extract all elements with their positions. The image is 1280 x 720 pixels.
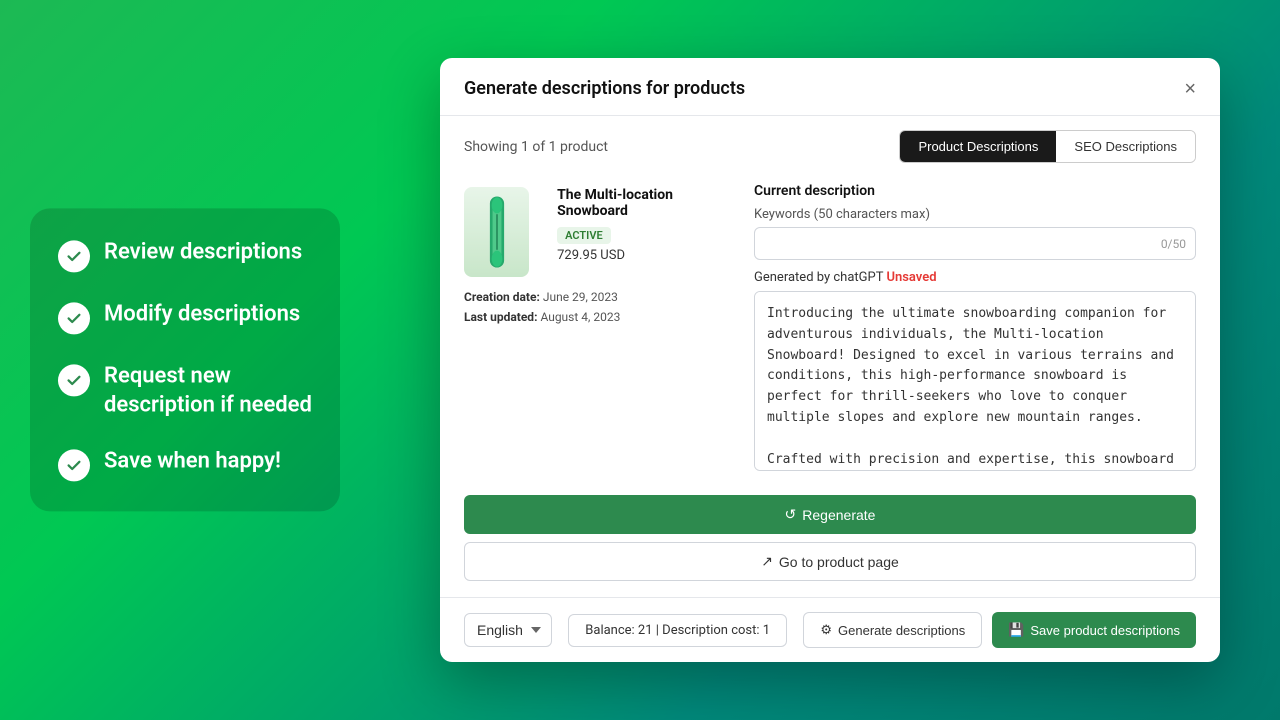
checklist-item-modify: Modify descriptions xyxy=(58,300,312,334)
current-description-label: Current description xyxy=(754,183,1196,199)
product-image xyxy=(464,187,529,277)
regenerate-button[interactable]: ↺ Regenerate xyxy=(464,495,1196,534)
modal-header: Generate descriptions for products × xyxy=(440,58,1220,116)
modal-footer: English Balance: 21 | Description cost: … xyxy=(440,597,1220,662)
showing-text: Showing 1 of 1 product xyxy=(464,139,608,155)
product-name: The Multi-location Snowboard xyxy=(557,187,734,219)
footer-actions: ⚙ Generate descriptions 💾 Save product d… xyxy=(803,612,1196,648)
keywords-input-wrap: 0/50 xyxy=(754,227,1196,260)
save-icon: 💾 xyxy=(1008,622,1024,638)
tab-product-descriptions[interactable]: Product Descriptions xyxy=(900,131,1056,162)
keywords-input[interactable] xyxy=(754,227,1196,260)
generated-label: Generated by chatGPT Unsaved xyxy=(754,270,1196,285)
modal-close-button[interactable]: × xyxy=(1184,79,1196,99)
left-panel: Review descriptions Modify descriptions … xyxy=(30,208,340,511)
tab-group: Product Descriptions SEO Descriptions xyxy=(899,130,1196,163)
checklist-label-modify: Modify descriptions xyxy=(104,300,300,329)
goto-product-button[interactable]: ↗ Go to product page xyxy=(464,542,1196,581)
modal-overlay: Generate descriptions for products × Sho… xyxy=(440,58,1220,662)
keywords-label: Keywords (50 characters max) xyxy=(754,207,1196,222)
description-textarea[interactable]: Introducing the ultimate snowboarding co… xyxy=(754,291,1196,471)
goto-icon: ↗ xyxy=(761,553,773,570)
check-icon-save xyxy=(58,450,90,482)
product-price: 729.95 USD xyxy=(557,248,734,263)
save-product-descriptions-button[interactable]: 💾 Save product descriptions xyxy=(992,612,1196,648)
creation-date-value: June 29, 2023 xyxy=(543,290,618,304)
regenerate-icon: ↺ xyxy=(785,506,797,523)
unsaved-badge: Unsaved xyxy=(886,270,936,285)
check-icon-review xyxy=(58,240,90,272)
checklist-label-save: Save when happy! xyxy=(104,448,281,477)
checklist-label-request: Request new description if needed xyxy=(104,362,312,419)
checklist-label-review: Review descriptions xyxy=(104,238,302,267)
modal-title: Generate descriptions for products xyxy=(464,78,745,99)
checklist-item-review: Review descriptions xyxy=(58,238,312,272)
char-count: 0/50 xyxy=(1161,237,1186,251)
last-updated-value: August 4, 2023 xyxy=(540,310,620,324)
generate-icon: ⚙ xyxy=(820,622,832,638)
product-info: The Multi-location Snowboard ACTIVE 729.… xyxy=(557,187,734,271)
modal-toolbar: Showing 1 of 1 product Product Descripti… xyxy=(440,116,1220,177)
checklist-item-save: Save when happy! xyxy=(58,448,312,482)
tab-seo-descriptions[interactable]: SEO Descriptions xyxy=(1056,131,1195,162)
product-meta: Creation date: June 29, 2023 Last update… xyxy=(464,287,734,328)
product-status-badge: ACTIVE xyxy=(557,227,611,244)
modal: Generate descriptions for products × Sho… xyxy=(440,58,1220,662)
product-card: The Multi-location Snowboard ACTIVE 729.… xyxy=(464,177,734,475)
generate-descriptions-button[interactable]: ⚙ Generate descriptions xyxy=(803,612,982,648)
checklist-item-request: Request new description if needed xyxy=(58,362,312,419)
description-panel: Current description Keywords (50 charact… xyxy=(754,177,1196,475)
last-updated-label: Last updated: xyxy=(464,310,537,324)
check-icon-modify xyxy=(58,302,90,334)
action-buttons: ↺ Regenerate ↗ Go to product page xyxy=(440,491,1220,597)
creation-date-label: Creation date: xyxy=(464,290,540,304)
language-select[interactable]: English xyxy=(464,613,552,647)
balance-info: Balance: 21 | Description cost: 1 xyxy=(568,614,787,647)
modal-body: The Multi-location Snowboard ACTIVE 729.… xyxy=(440,177,1220,491)
check-icon-request xyxy=(58,364,90,396)
